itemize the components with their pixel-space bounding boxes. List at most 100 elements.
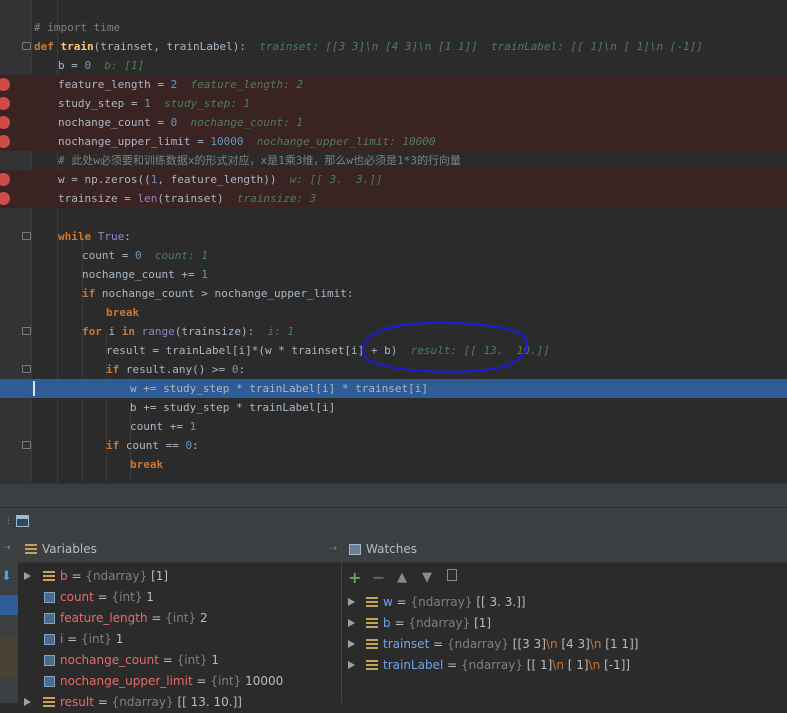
code-line[interactable]: feature_length = 2 feature_length: 2	[0, 75, 787, 94]
code-line[interactable]: if nochange_count > nochange_upper_limit…	[0, 284, 787, 303]
code-line[interactable]: count = 0 count: 1	[0, 246, 787, 265]
breakpoint-icon[interactable]	[0, 192, 10, 205]
variable-row[interactable]: nochange_count = {int} 1	[18, 650, 341, 671]
equals-sign: =	[443, 658, 461, 672]
breakpoint-icon[interactable]	[0, 78, 10, 91]
code-editor[interactable]: # import time def train(trainset, trainLa…	[0, 0, 787, 483]
variables-header: Variables ⇢	[18, 537, 341, 563]
breakpoint-icon[interactable]	[0, 97, 10, 110]
add-watch-button[interactable]: +	[348, 570, 361, 586]
expand-arrow-icon[interactable]	[348, 661, 355, 669]
variable-value: 1	[115, 632, 124, 646]
code-line[interactable]: # import time	[0, 18, 787, 37]
variable-type: {int}	[111, 590, 143, 604]
strip-pin-icon[interactable]: ⇢	[3, 543, 11, 553]
code-line[interactable]: # 此处w必须要和训练数据x的形式对应，x是1乘3维，那么w也必须是1*3的行向…	[0, 151, 787, 170]
ndarray-icon	[366, 597, 378, 608]
code-line[interactable]	[0, 208, 787, 227]
breakpoint-icon[interactable]	[0, 173, 10, 186]
variable-row[interactable]: feature_length = {int} 2	[18, 608, 341, 629]
fold-toggle-icon[interactable]	[22, 365, 31, 373]
code-line[interactable]: study_step = 1 study_step: 1	[0, 94, 787, 113]
watch-row[interactable]: b = {ndarray} [1]	[342, 613, 787, 634]
step-into-arrow-icon[interactable]: ⬇	[1, 569, 12, 584]
code-line[interactable]: w = np.zeros((1, feature_length)) w: [[ …	[0, 170, 787, 189]
code-line[interactable]: trainsize = len(trainset) trainsize: 3	[0, 189, 787, 208]
code-line[interactable]: b = 0 b: [1]	[0, 56, 787, 75]
ndarray-icon	[43, 571, 55, 582]
watch-entry: b = {ndarray} [1]	[383, 613, 491, 634]
code-text: if count == 0:	[106, 437, 199, 454]
code-text: # 此处w必须要和训练数据x的形式对应，x是1乘3维，那么w也必须是1*3的行向…	[58, 152, 461, 169]
code-line[interactable]: nochange_count += 1	[0, 265, 787, 284]
variables-icon	[25, 544, 37, 555]
ndarray-icon	[366, 660, 378, 671]
code-token: break	[130, 458, 164, 471]
code-token: =	[64, 59, 85, 72]
watch-row[interactable]: trainLabel = {ndarray} [[ 1]\n [ 1]\n [-…	[342, 655, 787, 676]
variable-type: {int}	[165, 611, 197, 625]
move-down-icon[interactable]: ▼	[422, 570, 432, 586]
move-up-icon[interactable]: ▲	[397, 570, 407, 586]
watch-row[interactable]: w = {ndarray} [[ 3. 3.]]	[342, 592, 787, 613]
code-token: i	[108, 325, 122, 338]
code-line[interactable]: count += 1	[0, 417, 787, 436]
current-execution-line[interactable]: w += study_step * trainLabel[i] * trains…	[0, 379, 787, 398]
variable-type: {int}	[81, 632, 112, 646]
code-line[interactable]: b += study_step * trainLabel[i]	[0, 398, 787, 417]
watch-row[interactable]: trainset = {ndarray} [[3 3]\n [4 3]\n [1…	[342, 634, 787, 655]
copy-icon[interactable]	[447, 569, 457, 581]
breakpoint-icon[interactable]	[0, 135, 10, 148]
expand-arrow-icon[interactable]	[24, 572, 31, 580]
equals-sign: =	[93, 590, 112, 604]
code-token: nochange_upper_limit =	[58, 135, 211, 148]
fold-toggle-icon[interactable]	[22, 232, 31, 240]
expand-arrow-icon[interactable]	[348, 598, 355, 606]
equals-sign: =	[67, 569, 86, 583]
equals-sign: =	[429, 637, 447, 651]
code-token: result.any() >=	[125, 363, 232, 376]
code-token: def	[34, 40, 61, 53]
code-line[interactable]: if count == 0:	[0, 436, 787, 455]
watch-entry: trainset = {ndarray} [[3 3]\n [4 3]\n [1…	[383, 634, 638, 655]
frame-selected[interactable]	[0, 595, 18, 615]
expand-arrow-icon[interactable]	[348, 619, 355, 627]
fold-toggle-icon[interactable]	[22, 42, 31, 50]
expand-arrow-icon[interactable]	[24, 698, 31, 706]
variable-row[interactable]: count = {int} 1	[18, 587, 341, 608]
frame-item[interactable]	[0, 637, 18, 677]
watch-value: [[3 3]	[512, 637, 546, 651]
variable-entry: nochange_count = {int} 1	[60, 650, 219, 671]
watch-type: {ndarray}	[408, 616, 471, 630]
code-line[interactable]: nochange_upper_limit = 10000 nochange_up…	[0, 132, 787, 151]
fold-toggle-icon[interactable]	[22, 441, 31, 449]
remove-watch-button[interactable]: −	[372, 570, 385, 586]
inline-debug-value: count: 1	[141, 249, 208, 262]
code-line[interactable]: def train(trainset, trainLabel): trainse…	[0, 37, 787, 56]
fold-toggle-icon[interactable]	[22, 327, 31, 335]
ndarray-icon	[366, 639, 378, 650]
escape-sequence: \n	[589, 637, 602, 651]
code-token: nochange_count +=	[82, 268, 202, 281]
equals-sign: =	[392, 595, 411, 609]
code-token: trainsize =	[58, 192, 138, 205]
code-line[interactable]: while True:	[0, 227, 787, 246]
variables-pin-icon[interactable]: ⇢	[329, 544, 337, 554]
hand-drawn-circle-annotation	[361, 321, 528, 373]
variable-value: 10000	[245, 674, 284, 688]
watch-value: [-1]]	[600, 658, 631, 672]
code-line[interactable]: nochange_count = 0 nochange_count: 1	[0, 113, 787, 132]
variable-row[interactable]: i = {int} 1	[18, 629, 341, 650]
code-line[interactable]: break	[0, 455, 787, 474]
toolbar-grip[interactable]: ⋮	[4, 516, 13, 526]
variable-type: {ndarray}	[85, 569, 148, 583]
inline-debug-value: nochange_count: 1	[177, 116, 304, 129]
code-text: w = np.zeros((1, feature_length)) w: [[ …	[58, 171, 383, 188]
editor-debug-splitter[interactable]	[0, 483, 787, 508]
variable-row[interactable]: nochange_upper_limit = {int} 10000	[18, 671, 341, 692]
evaluate-expression-icon[interactable]	[16, 515, 29, 527]
breakpoint-icon[interactable]	[0, 116, 10, 129]
escape-sequence: \n	[588, 658, 601, 672]
variable-row[interactable]: b = {ndarray} [1]	[18, 566, 341, 587]
expand-arrow-icon[interactable]	[348, 640, 355, 648]
